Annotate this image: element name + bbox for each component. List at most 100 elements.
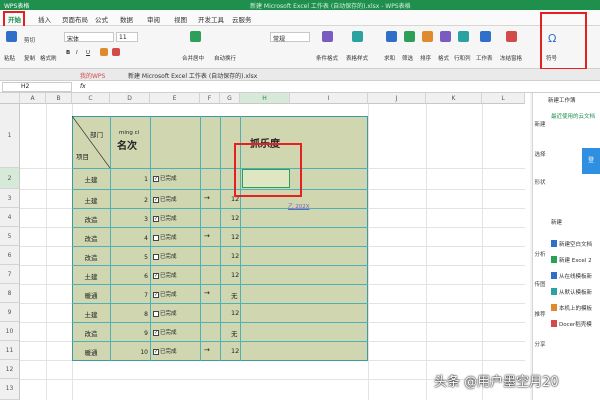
format-button[interactable]: 格式 <box>438 54 449 62</box>
table-style-button[interactable]: 表格样式 <box>346 54 368 62</box>
new-item-5[interactable]: Docer稻壳模 <box>559 320 592 328</box>
checkbox-checked-icon[interactable]: ✓ <box>153 291 159 298</box>
row-header-10[interactable]: 10 <box>0 322 20 341</box>
completed-checkbox[interactable]: ✓ 已完成 <box>153 328 177 336</box>
new-item-2[interactable]: 从在线模板新 <box>559 272 592 280</box>
name-box[interactable]: H2 <box>2 82 72 92</box>
font-color-icon[interactable] <box>112 48 120 56</box>
tab-insert[interactable]: 插入 <box>38 14 51 24</box>
tab-view[interactable]: 视图 <box>174 14 187 24</box>
checkbox-checked-icon[interactable]: ✓ <box>153 175 159 182</box>
worksheet-button[interactable]: 工作表 <box>476 54 493 62</box>
font-name-select[interactable]: 宋体 <box>64 32 114 43</box>
completed-checkbox[interactable]: 已完成 <box>153 309 177 317</box>
sum-button[interactable]: 求和 <box>384 54 395 62</box>
row-header-2[interactable]: 2 <box>0 168 20 189</box>
checkbox-checked-icon[interactable]: ✓ <box>153 329 159 336</box>
merge-center-button[interactable]: 合并居中 <box>182 54 204 62</box>
new-item-3[interactable]: 从默认模板新 <box>559 288 592 296</box>
row-header-12[interactable]: 12 <box>0 360 20 379</box>
side-icon-3[interactable]: 分析 <box>534 250 546 258</box>
conditional-format-button[interactable]: 条件格式 <box>316 54 338 62</box>
side-icon-4[interactable]: 传图 <box>534 280 546 288</box>
tab-data[interactable]: 数据 <box>120 14 133 24</box>
underline-button[interactable]: U <box>86 50 90 56</box>
cut-button[interactable]: 剪切 <box>24 36 35 44</box>
tab-cloud[interactable]: 云服务 <box>232 14 252 24</box>
row-header-11[interactable]: 11 <box>0 341 20 360</box>
col-header-d[interactable]: D <box>110 93 150 104</box>
checkbox-checked-icon[interactable]: ✓ <box>153 196 159 203</box>
font-size-select[interactable]: 11 <box>116 32 138 42</box>
side-icon-5[interactable]: 推荐 <box>534 310 546 318</box>
tab-developer[interactable]: 开发工具 <box>198 14 224 24</box>
row-header-6[interactable]: 6 <box>0 246 20 265</box>
new-item-1[interactable]: 新建 Excel 2 <box>559 256 592 264</box>
side-icon-1[interactable]: 选择 <box>534 150 546 158</box>
completed-checkbox[interactable]: ✓ 已完成 <box>153 290 177 298</box>
row-header-4[interactable]: 4 <box>0 208 20 227</box>
completed-checkbox[interactable]: ✓ 已完成 <box>153 195 177 203</box>
filter-button[interactable]: 筛选 <box>402 54 413 62</box>
row-header-3[interactable]: 3 <box>0 189 20 208</box>
col-header-g[interactable]: G <box>220 93 240 104</box>
new-item-4[interactable]: 本机上的模板 <box>559 304 592 312</box>
col-header-f[interactable]: F <box>200 93 220 104</box>
checkbox-checked-icon[interactable]: ✓ <box>153 348 159 355</box>
completed-checkbox[interactable]: ✓ 已完成 <box>153 271 177 279</box>
paste-button[interactable]: 粘贴 <box>4 54 15 62</box>
col-header-e[interactable]: E <box>150 93 200 104</box>
copy-button[interactable]: 复制 <box>24 54 35 62</box>
completed-checkbox[interactable]: 已完成 <box>153 233 177 241</box>
bold-button[interactable]: B <box>66 50 70 56</box>
col-header-j[interactable]: J <box>368 93 426 104</box>
fill-color-icon[interactable] <box>100 48 108 56</box>
side-icon-2[interactable]: 形状 <box>534 178 546 186</box>
row-header-13[interactable]: 13 <box>0 379 20 400</box>
col-header-k[interactable]: K <box>426 93 482 104</box>
col-header-i[interactable]: I <box>290 93 368 104</box>
fx-icon[interactable]: fx <box>80 83 86 90</box>
side-icon-0[interactable]: 新建 <box>534 120 546 128</box>
col-header-a[interactable]: A <box>20 93 46 104</box>
number-format-select[interactable]: 常规 <box>270 32 310 43</box>
new-item-0[interactable]: 新建空白文档 <box>559 240 592 248</box>
spreadsheet-grid[interactable]: A B C D E F G H I J K L 1 2 3 4 5 6 7 8 … <box>0 93 525 400</box>
side-icon-6[interactable]: 分享 <box>534 340 546 348</box>
login-button[interactable]: 登 <box>582 148 600 174</box>
col-header-l[interactable]: L <box>482 93 525 104</box>
highlight-active-cell <box>234 143 302 197</box>
completed-checkbox[interactable]: ✓ 已完成 <box>153 214 177 222</box>
checkbox-checked-icon[interactable]: ✓ <box>153 272 159 279</box>
cell-link-text[interactable]: 乙 202X <box>288 202 310 210</box>
sort-button[interactable]: 排序 <box>420 54 431 62</box>
italic-button[interactable]: I <box>76 50 78 56</box>
completed-checkbox[interactable]: ✓ 已完成 <box>153 347 177 355</box>
row-header-7[interactable]: 7 <box>0 265 20 284</box>
checkbox-empty-icon[interactable] <box>153 234 159 241</box>
completed-checkbox[interactable]: ✓ 已完成 <box>153 174 177 182</box>
row-header-5[interactable]: 5 <box>0 227 20 246</box>
col-header-b[interactable]: B <box>46 93 72 104</box>
tab-document[interactable]: 新建 Microsoft Excel 工作表 (自动保存的).xlsx <box>128 71 257 80</box>
tab-review[interactable]: 审阅 <box>147 14 160 24</box>
select-all-corner[interactable] <box>0 93 20 104</box>
freeze-button[interactable]: 冻结窗格 <box>500 54 522 62</box>
row-col-button[interactable]: 行和列 <box>454 54 471 62</box>
recent-cloud-docs[interactable]: 最近使用的云文档 <box>551 112 595 120</box>
tab-my-wps[interactable]: 我的WPS <box>80 71 105 80</box>
checkbox-checked-icon[interactable]: ✓ <box>153 215 159 222</box>
row-header-9[interactable]: 9 <box>0 303 20 322</box>
wrap-text-button[interactable]: 自动换行 <box>214 54 236 62</box>
row-header-1[interactable]: 1 <box>0 104 20 168</box>
checkbox-empty-icon[interactable] <box>153 253 159 260</box>
tab-page-layout[interactable]: 页面布局 <box>62 14 88 24</box>
col-header-h[interactable]: H <box>240 93 290 104</box>
completed-checkbox[interactable]: 已完成 <box>153 252 177 260</box>
table-line <box>72 265 368 266</box>
row-header-8[interactable]: 8 <box>0 284 20 303</box>
checkbox-empty-icon[interactable] <box>153 310 159 317</box>
format-painter-button[interactable]: 格式刷 <box>40 54 57 62</box>
col-header-c[interactable]: C <box>72 93 110 104</box>
tab-formulas[interactable]: 公式 <box>95 14 108 24</box>
